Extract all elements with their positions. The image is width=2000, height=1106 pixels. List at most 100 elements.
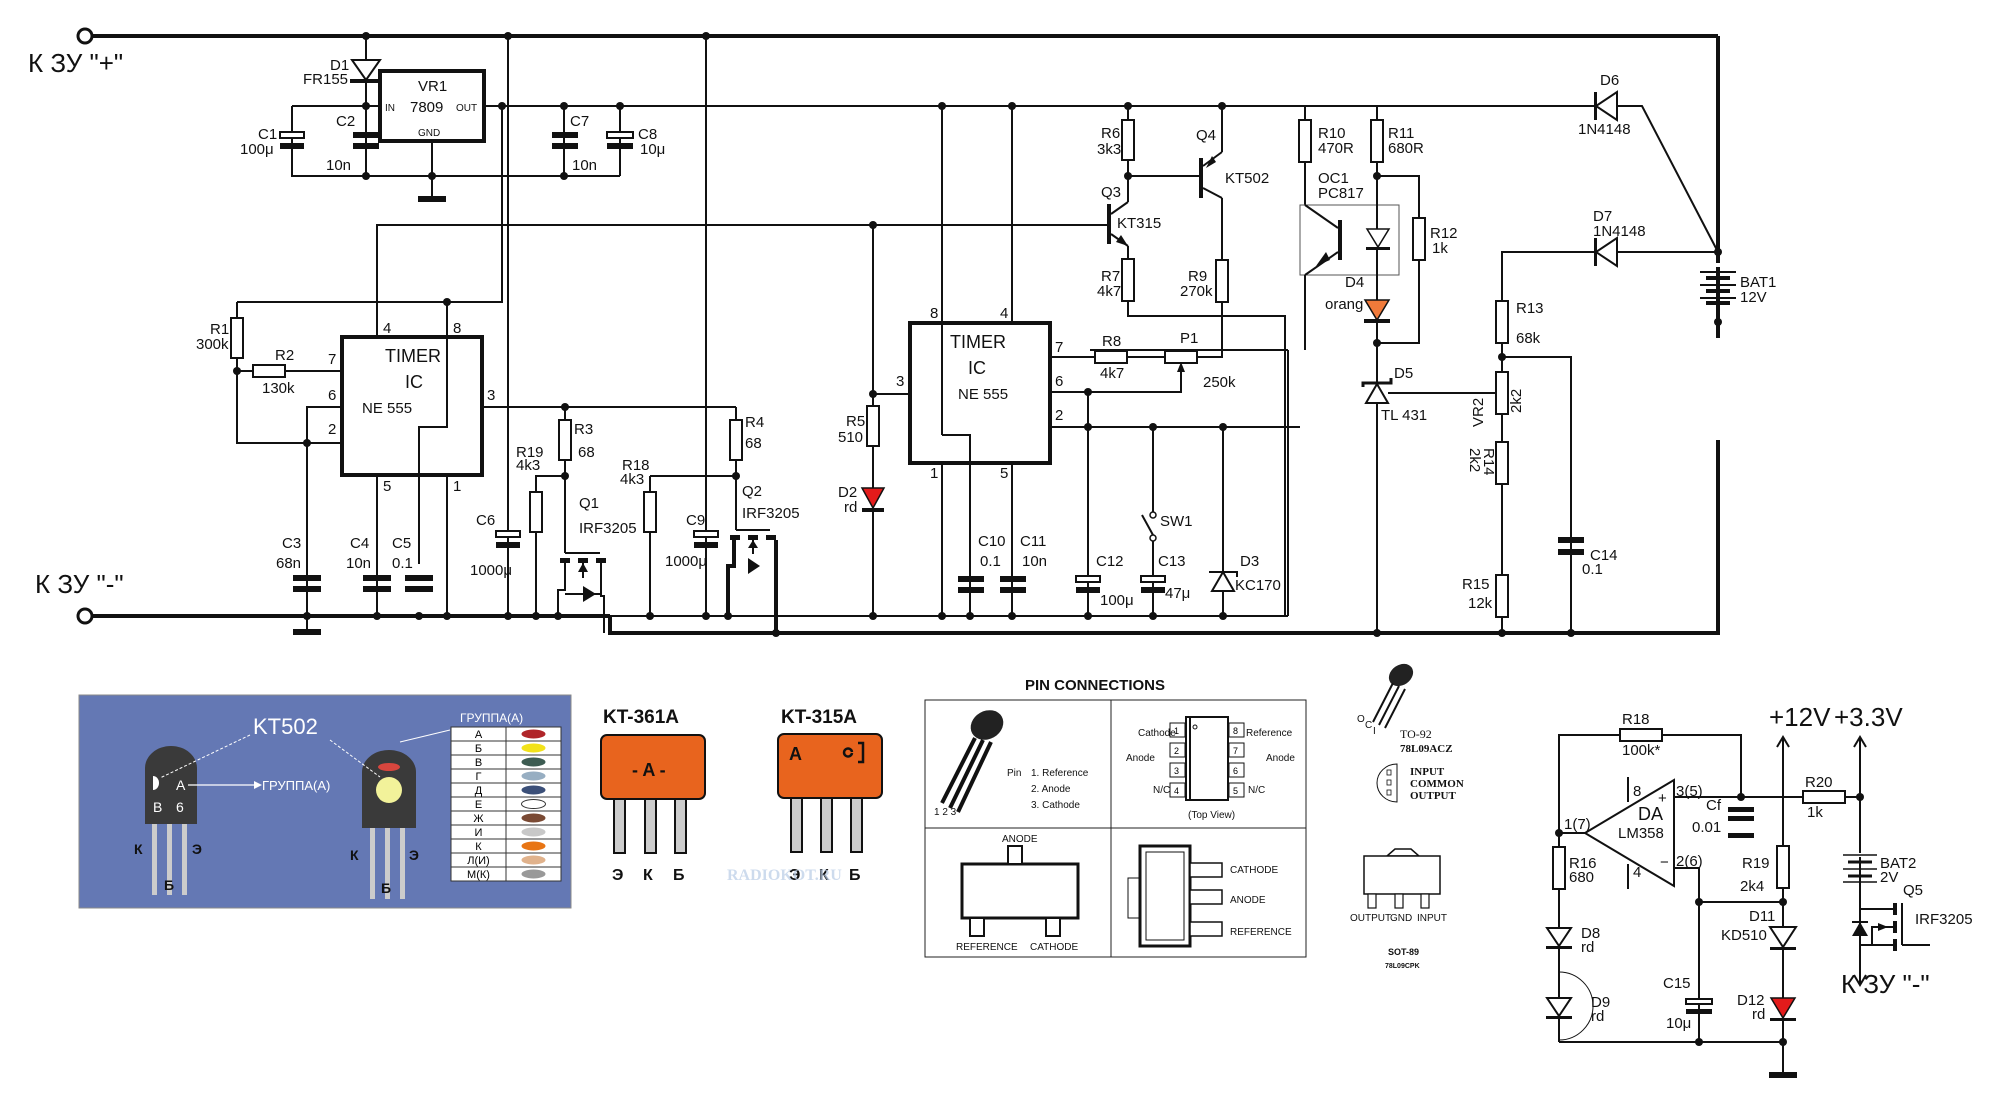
- capacitor-c6: [495, 530, 521, 538]
- svg-text:DA: DA: [1638, 804, 1663, 824]
- kt361-package: KT-361A - A - Э К Б: [600, 707, 706, 884]
- group-color-swatch: [521, 813, 546, 823]
- svg-text:10n: 10n: [1022, 553, 1047, 570]
- svg-text:ГРУППА(А): ГРУППА(А): [262, 778, 330, 793]
- svg-text:2k4: 2k4: [1740, 878, 1764, 895]
- pin-connections-panel: PIN CONNECTIONS 1 2 3 Pin 1. Reference 2…: [924, 677, 1307, 958]
- group-letter: А: [475, 729, 483, 741]
- svg-text:TIMER: TIMER: [385, 346, 441, 366]
- switch-sw1[interactable]: [1149, 511, 1157, 519]
- terminal-plus[interactable]: [76, 27, 94, 45]
- svg-text:10n: 10n: [346, 555, 371, 572]
- svg-text:1(7): 1(7): [1564, 816, 1591, 833]
- svg-text:78L09ACZ: 78L09ACZ: [1400, 743, 1453, 755]
- svg-text:orang: orang: [1325, 296, 1363, 313]
- zener-d3: [1210, 570, 1236, 592]
- group-letter: Л(И): [467, 855, 489, 867]
- group-color-swatch: [521, 799, 546, 809]
- svg-text:IC: IC: [968, 358, 986, 378]
- regulator-packages: O C I TO-92 78L09ACZ INPUT COMMON OUTPUT…: [1350, 663, 1464, 970]
- resistor-r20: [1802, 790, 1846, 804]
- mosfet-q1: [557, 552, 606, 633]
- group-table-row: Б: [450, 740, 562, 756]
- svg-text:ГРУППА(А): ГРУППА(А): [460, 711, 523, 725]
- resistor-r2: [252, 364, 286, 378]
- svg-text:R19: R19: [1742, 855, 1770, 872]
- svg-text:2k2: 2k2: [1508, 389, 1525, 413]
- diode-d11: [1768, 926, 1798, 949]
- svg-text:IRF3205: IRF3205: [579, 520, 637, 537]
- svg-text:4k7: 4k7: [1097, 283, 1121, 300]
- svg-text:I: I: [1373, 726, 1376, 737]
- mosfet-q2: [726, 529, 778, 633]
- capacitor-c11: [1000, 576, 1026, 582]
- resistor-r19-aux: [1776, 845, 1790, 889]
- svg-text:rd: rd: [1591, 1008, 1604, 1025]
- svg-text:INPUT: INPUT: [1410, 766, 1445, 778]
- terminal-minus[interactable]: [76, 607, 94, 625]
- schematic-canvas: К ЗУ "+" К ЗУ "-" D1 FR155 VR1 IN 7809 O…: [28, 27, 1973, 1078]
- potentiometer-vr2[interactable]: [1495, 371, 1509, 415]
- svg-text:К: К: [134, 841, 143, 857]
- svg-text:Э: Э: [192, 841, 202, 857]
- resistor-r16: [1552, 846, 1566, 890]
- so8-pin-number: 7: [1233, 746, 1238, 756]
- group-table-row: Л(И): [450, 852, 562, 868]
- svg-text:D6: D6: [1600, 72, 1619, 89]
- svg-text:R3: R3: [574, 421, 593, 438]
- kt502-marking-panel: KT502 A B 6 ГРУППА(А) К Э Б ГРУППА(А) К …: [78, 694, 572, 909]
- pin-connections-title: PIN CONNECTIONS: [1025, 677, 1165, 694]
- svg-text:KT502: KT502: [1225, 170, 1269, 187]
- vr1-part: 7809: [410, 99, 443, 116]
- svg-text:IRF3205: IRF3205: [1915, 911, 1973, 928]
- svg-text:6: 6: [176, 799, 184, 815]
- svg-text:1N4148: 1N4148: [1593, 223, 1646, 240]
- svg-text:Cf: Cf: [1706, 797, 1722, 814]
- svg-text:К: К: [643, 867, 653, 884]
- group-table-row: А: [450, 726, 562, 742]
- svg-text:C7: C7: [570, 113, 589, 130]
- timer2-part: NE 555: [958, 386, 1008, 403]
- svg-text:KC170: KC170: [1235, 577, 1281, 594]
- group-color-swatch: [521, 729, 546, 739]
- d1-val: FR155: [303, 71, 348, 88]
- svg-text:2: 2: [328, 421, 336, 438]
- svg-text:Б: Б: [164, 877, 174, 893]
- group-table-row: К: [450, 838, 562, 854]
- group-color-swatch: [521, 757, 546, 767]
- led-d12: [1769, 997, 1797, 1020]
- svg-text:Anode: Anode: [1266, 753, 1295, 764]
- so8-pin-number: 2: [1174, 746, 1179, 756]
- svg-text:IC: IC: [405, 372, 423, 392]
- resistor-r11: [1370, 119, 1384, 163]
- group-color-swatch: [521, 743, 546, 753]
- svg-text:4k7: 4k7: [1100, 365, 1124, 382]
- svg-text:1: 1: [453, 478, 461, 495]
- svg-text:1000μ: 1000μ: [470, 562, 512, 579]
- kt361-title: KT-361A: [603, 707, 679, 728]
- svg-text:6: 6: [1055, 373, 1063, 390]
- group-letter: Ж: [473, 813, 483, 825]
- svg-text:1N4148: 1N4148: [1578, 121, 1631, 138]
- svg-text:2. Anode: 2. Anode: [1031, 784, 1071, 795]
- svg-text:0.1: 0.1: [392, 555, 413, 572]
- svg-text:68: 68: [578, 444, 595, 461]
- oc1-led: [1365, 228, 1391, 249]
- shunt-regulator-d5: [1364, 382, 1390, 404]
- svg-text:78L09CPK: 78L09CPK: [1385, 963, 1420, 970]
- terminal-plus-label: К ЗУ "+": [28, 48, 123, 78]
- capacitor-c1: [279, 131, 305, 139]
- svg-text:250k: 250k: [1203, 374, 1236, 391]
- kt315-title: KT-315A: [781, 707, 857, 728]
- capacitor-c15: [1685, 998, 1713, 1005]
- svg-text:C5: C5: [392, 535, 411, 552]
- main-schematic: К ЗУ "+" К ЗУ "-" D1 FR155 VR1 IN 7809 O…: [28, 27, 1776, 637]
- svg-text:4: 4: [383, 320, 391, 337]
- svg-text:INPUT: INPUT: [1417, 913, 1447, 924]
- svg-text:10n: 10n: [326, 157, 351, 174]
- svg-text:4k3: 4k3: [620, 471, 644, 488]
- svg-text:R20: R20: [1805, 774, 1833, 791]
- potentiometer-p1[interactable]: [1164, 350, 1198, 364]
- svg-text:Anode: Anode: [1126, 753, 1155, 764]
- svg-text:68n: 68n: [276, 555, 301, 572]
